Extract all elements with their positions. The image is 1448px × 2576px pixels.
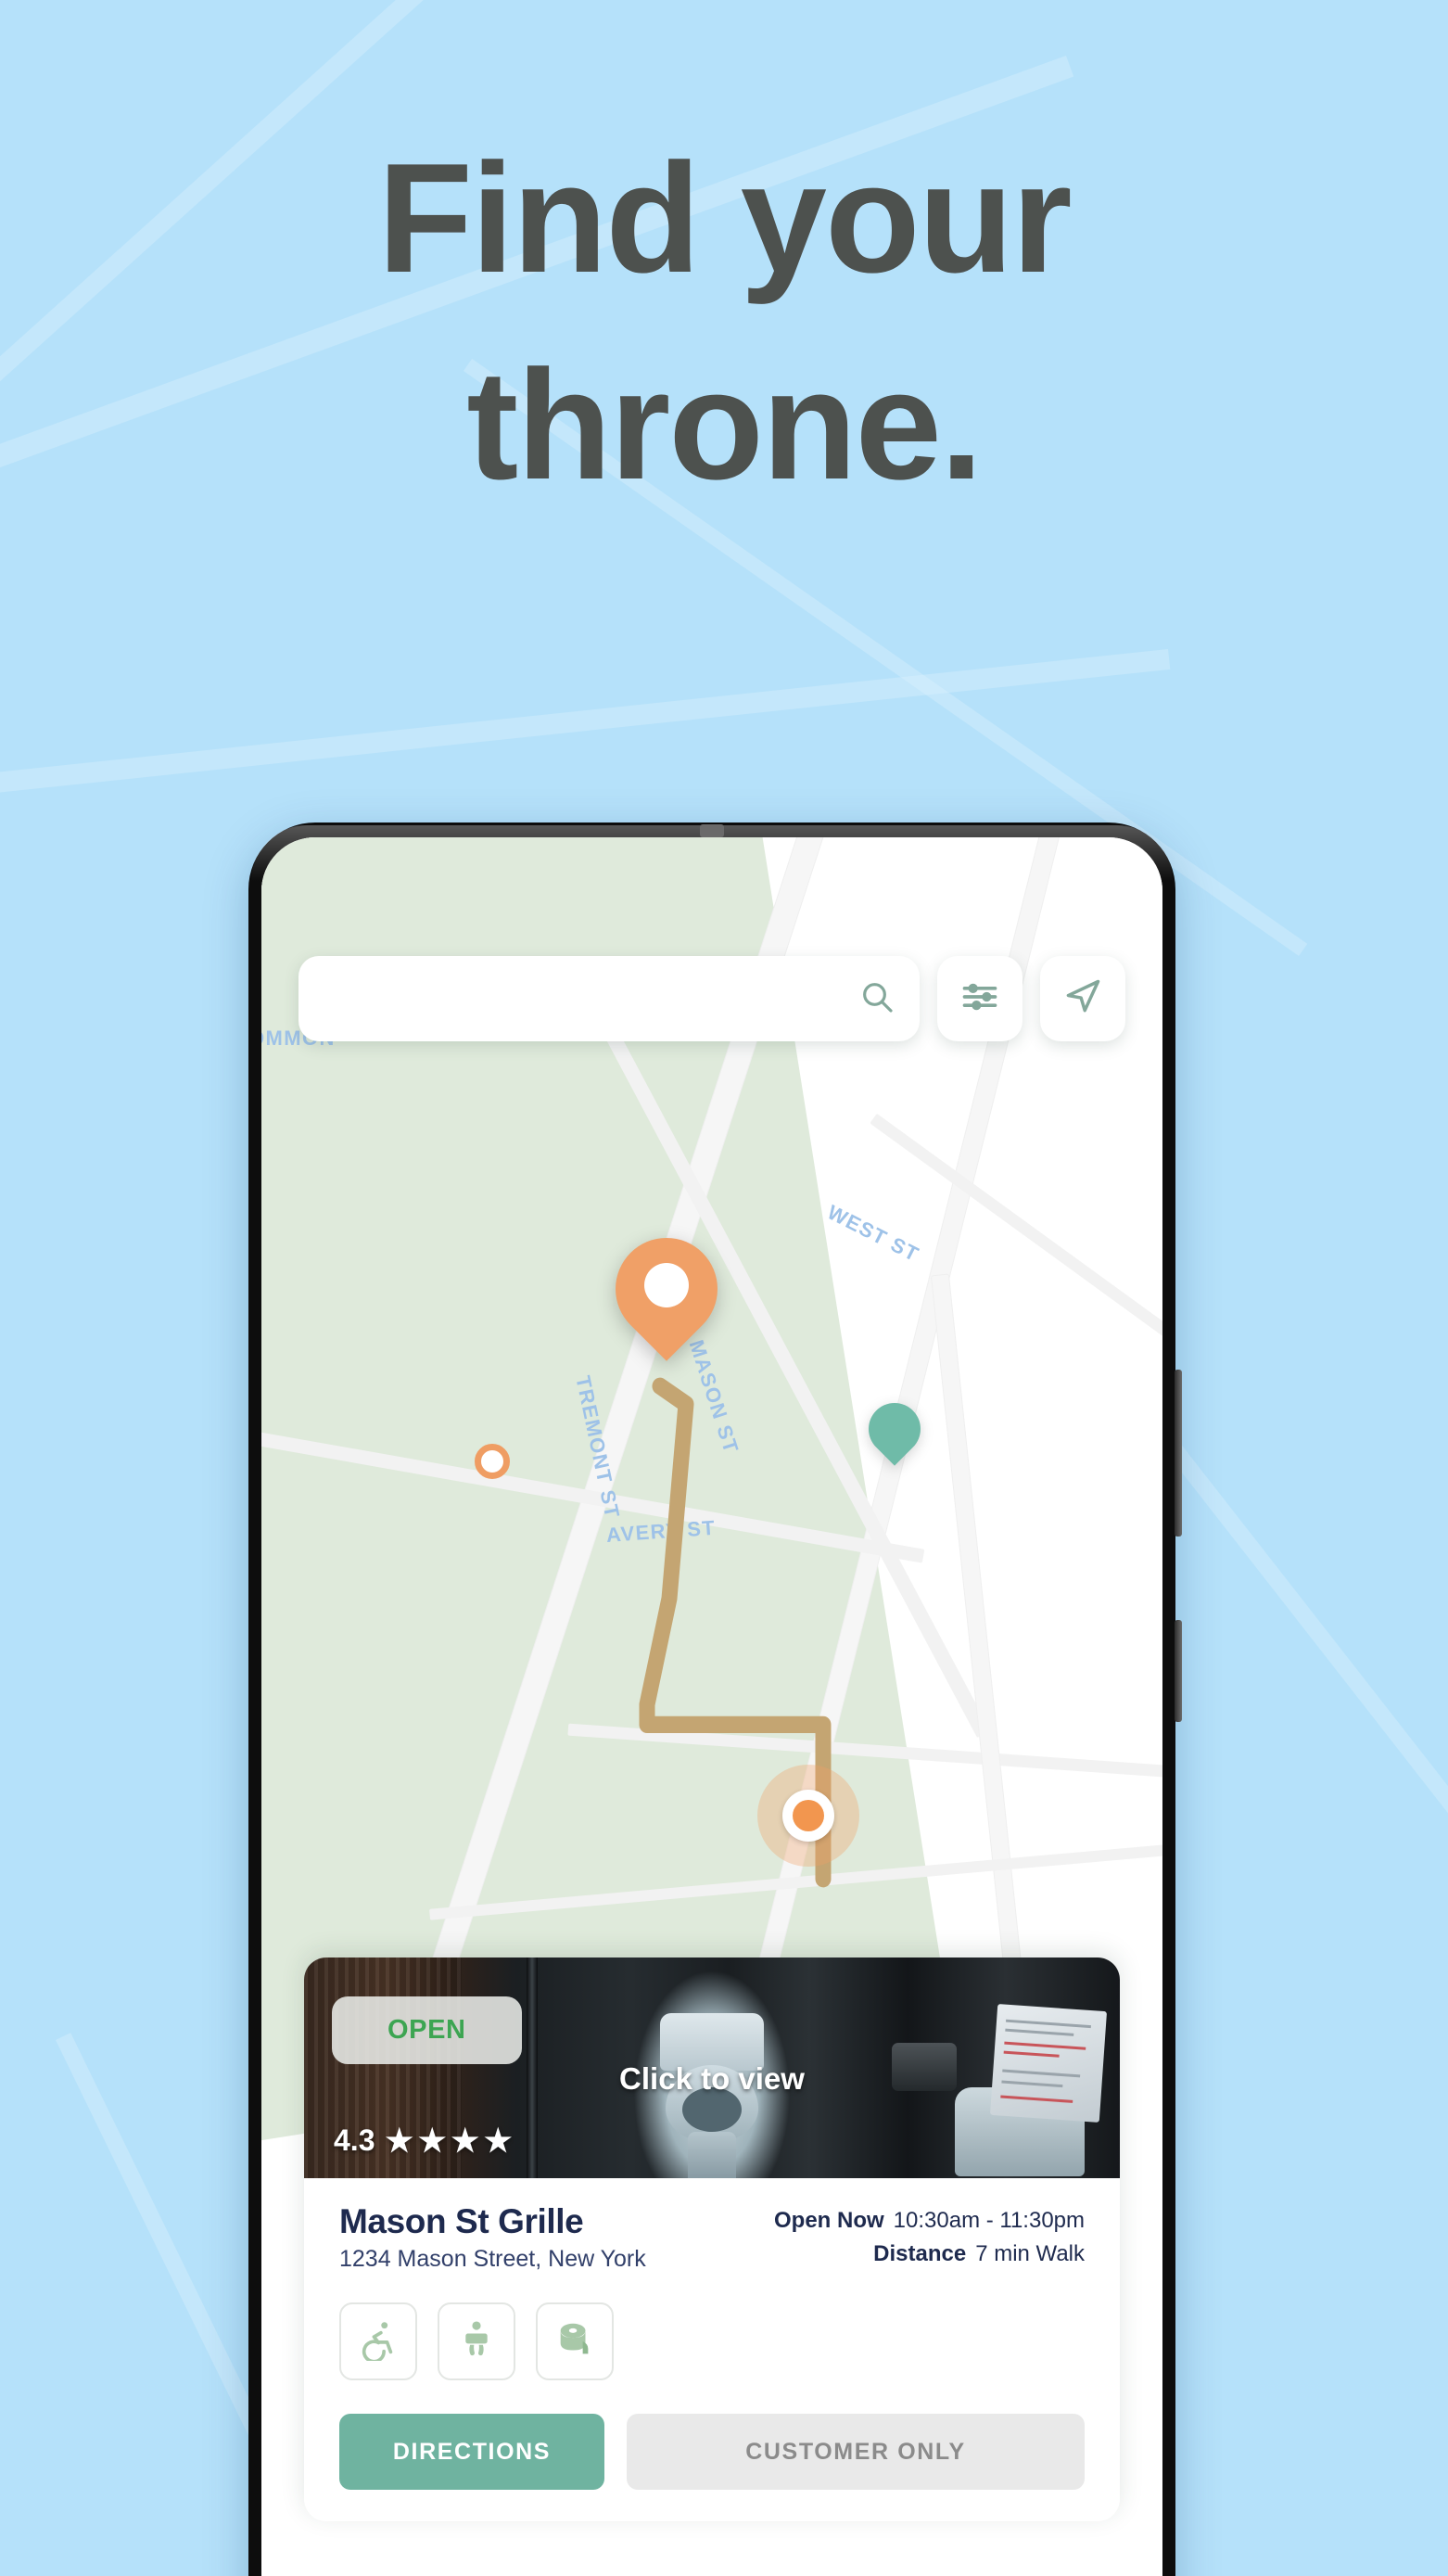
map-road	[870, 1113, 1162, 1353]
amenities-list	[339, 2302, 1085, 2380]
rating-display: 4.3 ★ ★ ★ ★	[334, 2123, 512, 2158]
rating-value: 4.3	[334, 2123, 375, 2157]
star-icon: ★	[483, 2123, 513, 2159]
user-location-dot	[757, 1765, 859, 1867]
pin-bubble	[857, 1392, 932, 1466]
headline-line-1: Find your	[377, 131, 1072, 305]
place-meta: Open Now 10:30am - 11:30pm Distance 7 min …	[774, 2202, 1085, 2275]
background-line	[0, 649, 1171, 796]
meta-distance-value: 7 min Walk	[975, 2241, 1085, 2266]
label-west-st: WEST ST	[823, 1200, 923, 1267]
meta-open-now: Open Now 10:30am - 11:30pm	[774, 2208, 1085, 2234]
phone-mockup: OMMON WEST ST MASON ST TREMONT ST AVERY …	[248, 823, 1182, 2576]
toilet-paper-icon	[553, 2318, 596, 2366]
location-pin-green[interactable]	[857, 1392, 932, 1466]
phone-volume-button	[1175, 1370, 1182, 1537]
place-detail-card: OPEN Click to view 4.3 ★ ★ ★ ★ Mason St …	[304, 1958, 1120, 2521]
rating-stars: ★ ★ ★ ★	[385, 2125, 512, 2157]
meta-distance: Distance 7 min Walk	[774, 2241, 1085, 2267]
customer-only-button[interactable]: CUSTOMER ONLY	[627, 2414, 1085, 2490]
phone-power-button	[1175, 1620, 1182, 1722]
search-icon[interactable]	[858, 978, 895, 1020]
place-info-row: Mason St Grille 1234 Mason Street, New Y…	[339, 2202, 1085, 2275]
card-actions: DIRECTIONS CUSTOMER ONLY	[339, 2414, 1085, 2490]
wheelchair-accessible-icon	[357, 2318, 400, 2366]
search-input[interactable]	[323, 956, 858, 1041]
baby-changing-icon	[455, 2318, 498, 2366]
navigate-arrow-icon	[1062, 976, 1103, 1022]
amenity-wheelchair[interactable]	[339, 2302, 417, 2380]
location-ring-orange[interactable]	[475, 1444, 510, 1479]
place-identity: Mason St Grille 1234 Mason Street, New Y…	[339, 2202, 646, 2273]
meta-open-now-key: Open Now	[773, 2208, 884, 2233]
search-bar[interactable]	[298, 956, 920, 1041]
filter-sliders-icon	[959, 976, 1000, 1022]
star-icon: ★	[451, 2123, 479, 2159]
star-icon: ★	[417, 2123, 447, 2159]
headline-line-2: throne.	[466, 338, 983, 513]
map-top-controls	[298, 956, 1125, 1041]
directions-button[interactable]: DIRECTIONS	[339, 2414, 604, 2490]
location-pin-orange[interactable]	[594, 1217, 739, 1361]
place-address: 1234 Mason Street, New York	[339, 2246, 646, 2272]
phone-earpiece	[700, 824, 724, 837]
place-card-body: Mason St Grille 1234 Mason Street, New Y…	[304, 2178, 1120, 2521]
status-badge: OPEN	[332, 1996, 522, 2064]
place-name: Mason St Grille	[339, 2202, 584, 2240]
filter-button[interactable]	[937, 956, 1022, 1041]
photo-overlay-label[interactable]: Click to view	[304, 2061, 1120, 2097]
amenity-toilet-paper[interactable]	[536, 2302, 614, 2380]
phone-screen: OMMON WEST ST MASON ST TREMONT ST AVERY …	[261, 837, 1162, 2576]
place-photo[interactable]: OPEN Click to view 4.3 ★ ★ ★ ★	[304, 1958, 1120, 2178]
star-icon: ★	[385, 2123, 413, 2159]
user-location-core	[793, 1800, 824, 1831]
page-title: Find your throne.	[0, 131, 1448, 513]
toilet-base	[688, 2132, 736, 2178]
amenity-baby-changing[interactable]	[438, 2302, 515, 2380]
meta-distance-key: Distance	[873, 2241, 967, 2266]
navigate-button[interactable]	[1040, 956, 1125, 1041]
meta-open-now-value: 10:30am - 11:30pm	[893, 2208, 1085, 2233]
pin-hole	[644, 1263, 689, 1307]
